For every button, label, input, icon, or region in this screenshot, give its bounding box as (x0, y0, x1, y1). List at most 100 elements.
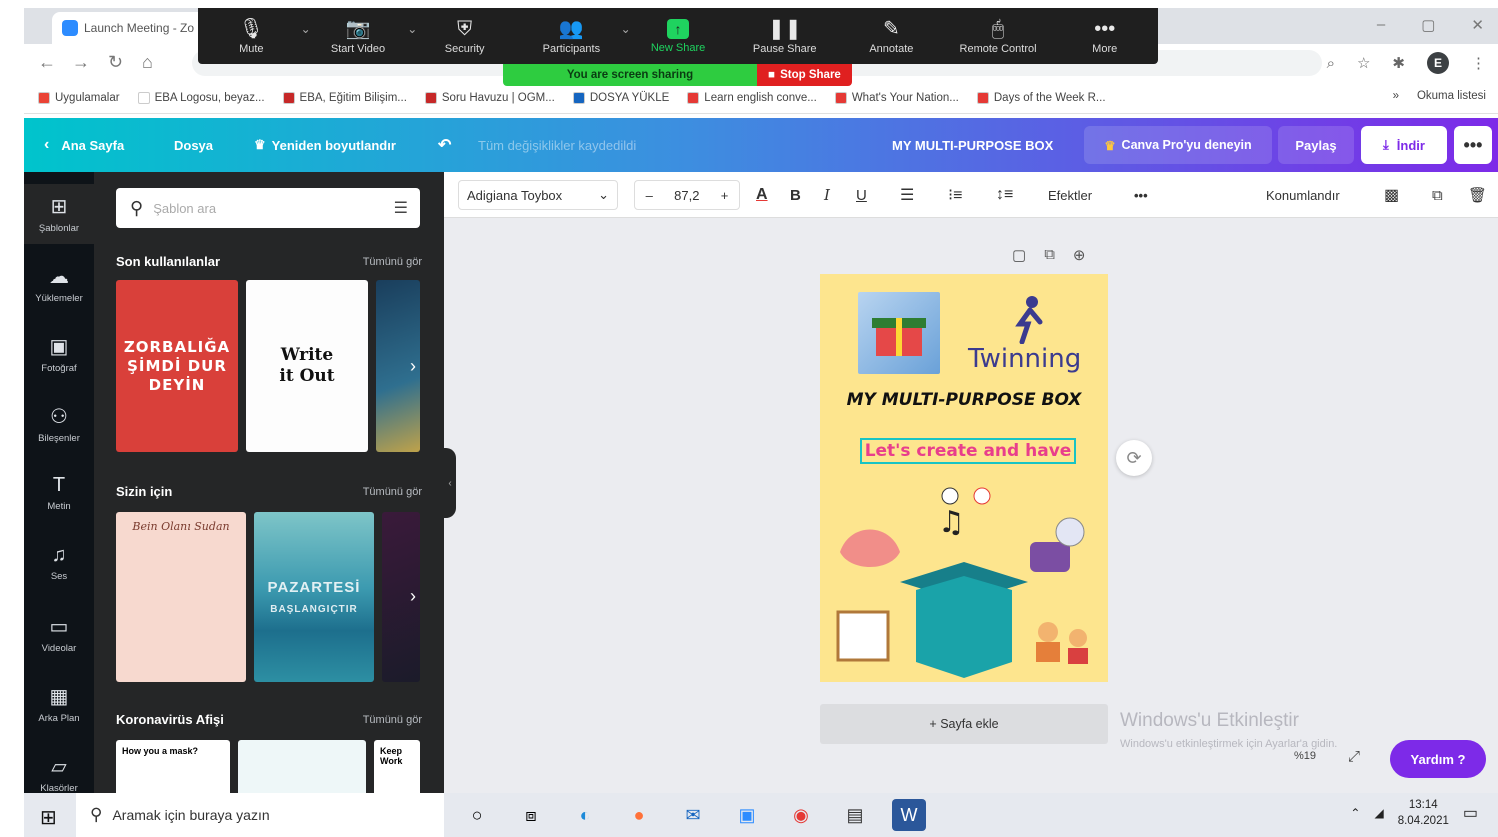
network-icon[interactable]: ◢ (1374, 806, 1383, 820)
see-all-link[interactable]: Tümünü gör (363, 714, 422, 726)
decrease-size-button[interactable]: – (646, 188, 653, 203)
share-button[interactable]: Paylaş (1278, 126, 1354, 164)
mail-icon[interactable]: ✉ (676, 799, 710, 831)
zoom-security-button[interactable]: ⛨ Security (411, 8, 518, 64)
trash-icon[interactable]: 🗑 (1468, 172, 1487, 218)
task-view-icon[interactable]: ⧈ (514, 799, 548, 831)
template-thumb[interactable]: Write it Out (246, 280, 368, 452)
illustration[interactable]: ♫ (820, 482, 1108, 682)
zoom-new-share-button[interactable]: ↑ New Share (625, 8, 732, 64)
template-thumb[interactable]: PAZARTESİ BAŞLANGIÇTIR (254, 512, 374, 682)
bookmark-item[interactable]: What's Your Nation... (834, 91, 959, 104)
bookmarks-overflow-button[interactable]: » (1393, 90, 1399, 102)
windows-start-icon[interactable]: ⊞ (40, 805, 57, 830)
note-icon[interactable]: ▢ (1012, 246, 1026, 264)
duplicate-page-icon[interactable]: ⧉ (1044, 246, 1055, 264)
cortana-icon[interactable]: ○ (460, 799, 494, 831)
bookmark-item[interactable]: DOSYA YÜKLE (572, 91, 669, 104)
minimize-icon[interactable]: – (1377, 16, 1385, 34)
bookmark-item[interactable]: Learn english conve... (687, 91, 817, 104)
font-select[interactable]: Adigiana Toybox ⌄ (458, 180, 618, 210)
template-thumb[interactable] (238, 740, 366, 793)
file-menu[interactable]: Dosya (174, 118, 213, 172)
forward-icon[interactable]: → (72, 52, 90, 73)
rail-item-arka-plan[interactable]: ▦ Arka Plan (24, 674, 94, 734)
design-subtitle[interactable]: Let's create and have (860, 438, 1076, 464)
menu-icon[interactable]: ⋮ (1471, 54, 1486, 72)
reading-list-button[interactable]: Okuma listesi (1417, 90, 1486, 102)
see-all-link[interactable]: Tümünü gör (363, 486, 422, 498)
list-icon[interactable]: ⁝≡ (948, 172, 962, 218)
effects-button[interactable]: Efektler (1048, 172, 1092, 218)
bookmark-item[interactable]: Days of the Week R... (976, 91, 1106, 104)
zoom-app-icon[interactable]: ▣ (730, 799, 764, 831)
design-title[interactable]: MY MULTI-PURPOSE BOX (820, 390, 1108, 410)
browser-tab[interactable]: Launch Meeting - Zo (52, 12, 222, 44)
align-icon[interactable]: ☰ (900, 172, 914, 218)
chevron-up-icon[interactable]: ⌃ (1350, 806, 1360, 820)
more-tools-button[interactable]: ••• (1134, 172, 1148, 218)
template-thumb[interactable]: Bein Olanı Sudan (116, 512, 246, 682)
home-link[interactable]: ‹ Ana Sayfa (44, 118, 124, 172)
rail-item-bileşenler[interactable]: ⚇ Bileşenler (24, 394, 94, 454)
increase-size-button[interactable]: + (721, 188, 729, 203)
more-options-button[interactable]: ••• (1454, 126, 1492, 164)
search-icon[interactable]: ⌕ (1327, 55, 1335, 72)
store-icon[interactable]: ▤ (838, 799, 872, 831)
template-search-input[interactable]: ⚲ Şablon ara ☰ (116, 188, 420, 228)
bookmark-item[interactable]: EBA, Eğitim Bilişim... (282, 91, 407, 104)
fullscreen-icon[interactable]: ⤢ (1348, 748, 1360, 765)
zoom-start-video-button[interactable]: 📷 Start Video ⌄ (305, 8, 417, 64)
download-button[interactable]: ⤓ İndir (1361, 126, 1447, 164)
text-color-icon[interactable]: A (756, 172, 768, 218)
chrome-icon[interactable]: ◉ (784, 799, 818, 831)
zoom-pause-share-button[interactable]: ❚❚ Pause Share (731, 8, 838, 64)
stop-share-button[interactable]: ■ Stop Share (757, 64, 852, 86)
filter-icon[interactable]: ☰ (394, 198, 408, 218)
profile-avatar[interactable]: E (1427, 52, 1449, 74)
design-name[interactable]: MY MULTI-PURPOSE BOX (892, 118, 1053, 172)
word-icon[interactable]: W (892, 799, 926, 831)
firefox-icon[interactable]: ● (622, 799, 656, 831)
undo-button[interactable]: ↶ (438, 118, 451, 172)
bookmark-item[interactable]: Uygulamalar (38, 91, 120, 104)
reload-icon[interactable]: ↻ (108, 52, 123, 73)
add-page-icon[interactable]: ⊕ (1073, 246, 1086, 264)
rail-item-metin[interactable]: T Metin (24, 464, 94, 524)
help-button[interactable]: Yardım ? (1390, 740, 1486, 778)
clock[interactable]: 13:14 8.04.2021 (1398, 797, 1449, 829)
close-icon[interactable]: ✕ (1471, 16, 1484, 34)
italic-icon[interactable]: I (824, 172, 830, 218)
logo-image[interactable] (858, 292, 940, 374)
bookmark-item[interactable]: Soru Havuzu | OGM... (424, 91, 555, 104)
bold-icon[interactable]: B (790, 172, 801, 218)
underline-icon[interactable]: U (856, 172, 867, 218)
star-icon[interactable]: ☆ (1357, 54, 1370, 72)
transparency-icon[interactable]: ▩ (1384, 172, 1399, 218)
rail-item-şablonlar[interactable]: ⊞ Şablonlar (24, 184, 94, 244)
extensions-icon[interactable]: ✱ (1392, 54, 1405, 72)
home-icon[interactable]: ⌂ (142, 52, 153, 73)
maximize-icon[interactable]: ▢ (1421, 16, 1435, 34)
chevron-right-icon[interactable]: › (410, 586, 416, 607)
template-thumb[interactable]: How you a mask? (116, 740, 230, 793)
font-size-value[interactable]: 87,2 (674, 188, 699, 203)
rail-item-videolar[interactable]: ▭ Videolar (24, 604, 94, 664)
copy-icon[interactable]: ⧉ (1432, 172, 1443, 218)
back-icon[interactable]: ← (38, 52, 56, 73)
rail-item-fotoğraf[interactable]: ▣ Fotoğraf (24, 324, 94, 384)
resize-button[interactable]: ♛ Yeniden boyutlandır (254, 118, 396, 172)
zoom-participants-button[interactable]: 👥 Participants ⌄ (518, 8, 631, 64)
see-all-link[interactable]: Tümünü gör (363, 256, 422, 268)
rail-item-ses[interactable]: ♫ Ses (24, 534, 94, 594)
notification-icon[interactable]: ▭ (1463, 803, 1478, 823)
rail-item-yüklemeler[interactable]: ☁ Yüklemeler (24, 254, 94, 314)
zoom-remote-control-button[interactable]: 🖱 Remote Control (945, 8, 1052, 64)
template-thumb[interactable]: Keep Work (374, 740, 420, 793)
zoom-more-button[interactable]: ••• More (1051, 8, 1158, 64)
rotate-icon[interactable]: ⟳ (1116, 440, 1152, 476)
chevron-right-icon[interactable]: › (410, 356, 416, 377)
bookmark-item[interactable]: EBA Logosu, beyaz... (137, 91, 265, 104)
design-canvas[interactable]: Twinning MY MULTI-PURPOSE BOX Let's crea… (820, 274, 1108, 682)
zoom-annotate-button[interactable]: ✎ Annotate (838, 8, 945, 64)
